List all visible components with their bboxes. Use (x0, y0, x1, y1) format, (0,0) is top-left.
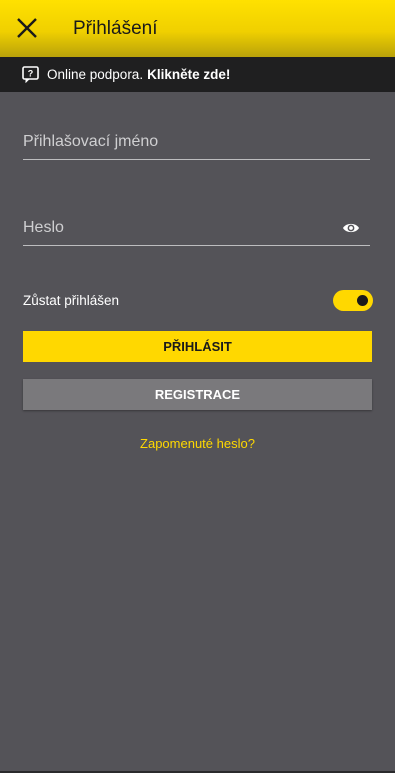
password-field-container (23, 219, 370, 246)
support-text: Online podpora. (47, 67, 144, 82)
close-icon[interactable] (14, 15, 40, 41)
username-input[interactable] (23, 133, 370, 159)
stay-logged-in-toggle[interactable] (333, 290, 373, 311)
help-message-icon: ? (22, 66, 39, 83)
page-title: Přihlášení (73, 18, 158, 39)
username-field-container (23, 133, 370, 160)
toggle-knob (357, 295, 368, 306)
online-support-banner[interactable]: ? Online podpora. Klikněte zde! (0, 57, 395, 92)
login-button[interactable]: PŘIHLÁSIT (23, 331, 372, 362)
stay-logged-in-label: Zůstat přihlášen (23, 293, 120, 308)
password-input[interactable] (23, 219, 370, 245)
forgot-password-link[interactable]: Zapomenuté heslo? (0, 436, 395, 451)
svg-text:?: ? (28, 69, 34, 79)
register-button[interactable]: REGISTRACE (23, 379, 372, 410)
eye-icon[interactable] (342, 219, 360, 237)
support-link[interactable]: Klikněte zde! (147, 67, 230, 82)
app-bar: Přihlášení (0, 0, 395, 57)
